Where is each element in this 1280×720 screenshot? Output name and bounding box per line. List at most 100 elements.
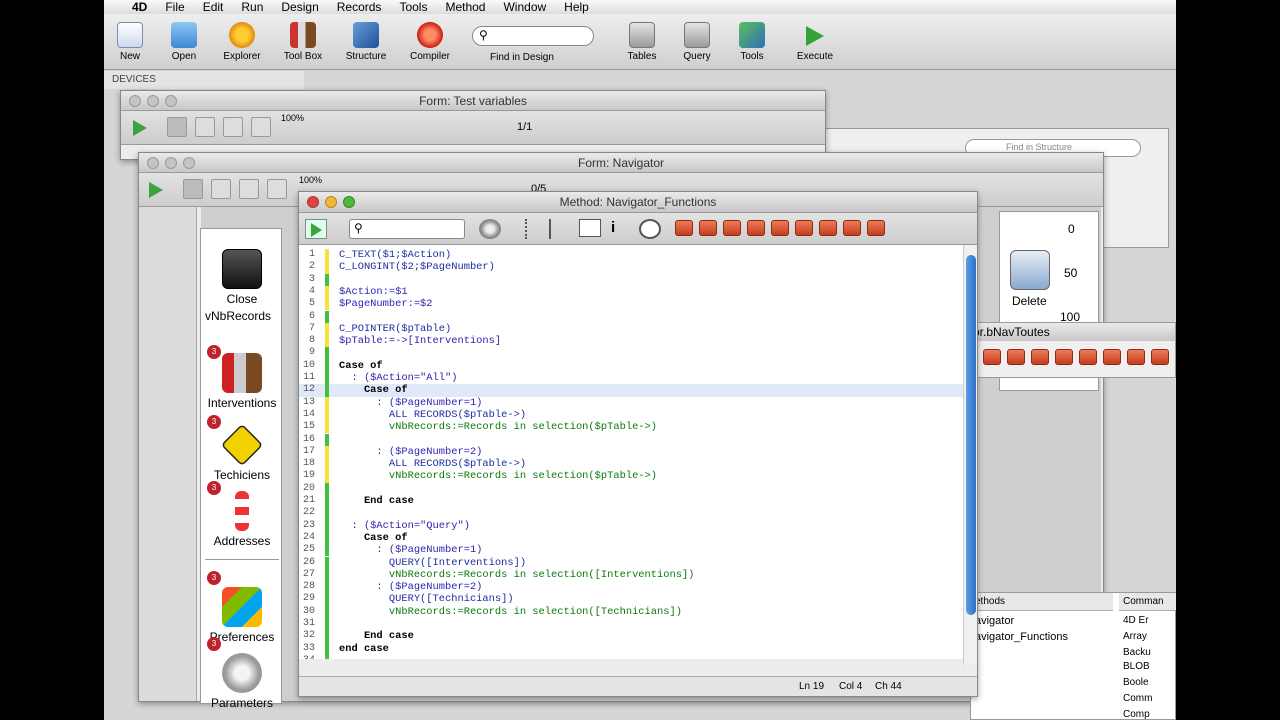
find-in-design-input[interactable]: ⚲ (472, 26, 594, 46)
commands-header[interactable]: Comman (1119, 593, 1176, 611)
code-line[interactable]: 26 QUERY([Interventions]) (299, 556, 963, 569)
code-line[interactable]: 34 (299, 654, 963, 659)
compiler-button[interactable]: Compiler (400, 18, 460, 62)
explorer-button[interactable]: Explorer (212, 18, 272, 62)
gear-icon[interactable] (479, 219, 501, 239)
run-form-icon[interactable] (149, 182, 163, 198)
code-area[interactable]: 1 C_TEXT($1;$Action) 2 C_LONGINT($2;$PageNu… (299, 245, 963, 659)
info-icon[interactable]: i (611, 219, 619, 239)
code-line[interactable]: 28 : ($PageNumber=2) (299, 581, 963, 594)
menu-records[interactable]: Records (337, 0, 382, 14)
minimize-window-button[interactable] (165, 157, 177, 169)
scroll-thumb[interactable] (966, 255, 976, 615)
menu-app[interactable]: 4D (132, 0, 147, 14)
code-line[interactable]: 13 : ($PageNumber=1) (299, 396, 963, 409)
code-line[interactable]: 11 : ($Action="All") (299, 372, 963, 385)
tools-button[interactable]: Tools (722, 18, 782, 62)
method-item[interactable]: avigator_Functions (975, 631, 1068, 643)
indent-icon[interactable] (525, 219, 537, 239)
code-line[interactable]: 16 (299, 433, 963, 446)
menu-help[interactable]: Help (564, 0, 589, 14)
code-line[interactable]: 5 $PageNumber:=$2 (299, 298, 963, 311)
code-line[interactable]: 30 vNbRecords:=Records in selection([Tec… (299, 605, 963, 618)
code-line[interactable]: 14 ALL RECORDS($pTable->) (299, 408, 963, 422)
code-line[interactable]: 1 C_TEXT($1;$Action) (299, 249, 963, 262)
close-window-button[interactable] (307, 196, 319, 208)
delete-button[interactable] (1010, 250, 1050, 290)
minimize-window-button[interactable] (147, 95, 159, 107)
code-line[interactable]: 17 : ($PageNumber=2) (299, 445, 963, 459)
zoom-window-button[interactable] (165, 95, 177, 107)
method-search-input[interactable]: ⚲ (349, 219, 465, 239)
zoom-tool[interactable] (251, 117, 271, 137)
zoom-window-button[interactable] (183, 157, 195, 169)
code-line[interactable]: 32 End case (299, 630, 963, 643)
code-line[interactable]: 31 (299, 618, 963, 631)
code-line[interactable]: 22 (299, 507, 963, 520)
minimize-window-button[interactable] (325, 196, 337, 208)
interventions-button[interactable]: Interventions (201, 353, 283, 410)
techiciens-button[interactable]: Techiciens (201, 423, 283, 482)
macro-buttons[interactable] (675, 220, 891, 236)
code-line[interactable]: 15 vNbRecords:=Records in selection($pTa… (299, 421, 963, 434)
vnbrecords-field[interactable]: vNbRecords (205, 309, 281, 325)
close-form-button[interactable]: Close (201, 249, 283, 306)
zoom-tool[interactable] (267, 179, 287, 199)
execute-button[interactable]: Execute (785, 18, 845, 62)
command-item[interactable]: Comp (1123, 709, 1150, 720)
code-line[interactable]: 9 (299, 347, 963, 360)
pointer-tool[interactable] (183, 179, 203, 199)
toolbox-button[interactable]: Tool Box (273, 18, 333, 62)
code-line[interactable]: 27 vNbRecords:=Records in selection([Int… (299, 568, 963, 582)
command-item[interactable]: 4D Er (1123, 615, 1149, 626)
command-item[interactable]: Array (1123, 631, 1147, 642)
code-line[interactable]: 19 vNbRecords:=Records in selection($pTa… (299, 470, 963, 483)
order-tool[interactable] (211, 179, 231, 199)
code-line[interactable]: 20 (299, 482, 963, 495)
menu-run[interactable]: Run (241, 0, 263, 14)
code-line[interactable]: 21 End case (299, 495, 963, 508)
open-button[interactable]: Open (154, 18, 214, 62)
code-line[interactable]: 24 Case of (299, 531, 963, 545)
preferences-button[interactable]: Preferences (201, 587, 283, 644)
menu-tools[interactable]: Tools (399, 0, 427, 14)
menu-file[interactable]: File (165, 0, 184, 14)
menu-design[interactable]: Design (281, 0, 318, 14)
code-line[interactable]: 8 $pTable:=->[Interventions] (299, 335, 963, 348)
object-palette[interactable] (139, 207, 197, 701)
code-line[interactable]: 6 (299, 310, 963, 323)
zoom-window-button[interactable] (343, 196, 355, 208)
tables-button[interactable]: Tables (612, 18, 672, 62)
run-form-icon[interactable] (133, 120, 147, 136)
code-line[interactable]: 23 : ($Action="Query") (299, 519, 963, 532)
code-line[interactable]: 2 C_LONGINT($2;$PageNumber) (299, 261, 963, 274)
query-button[interactable]: Query (667, 18, 727, 62)
close-window-button[interactable] (129, 95, 141, 107)
hand-tool[interactable] (223, 117, 243, 137)
order-tool[interactable] (195, 117, 215, 137)
new-button[interactable]: New (104, 18, 160, 62)
pointer-tool[interactable] (167, 117, 187, 137)
command-item[interactable]: Backu (1123, 647, 1151, 658)
code-line[interactable]: 25 : ($PageNumber=1) (299, 544, 963, 557)
method-item[interactable]: avigator (975, 615, 1014, 627)
methods-header[interactable]: ethods (971, 593, 1113, 611)
hand-tool[interactable] (239, 179, 259, 199)
command-item[interactable]: BLOB (1123, 661, 1150, 672)
structure-button[interactable]: Structure (336, 18, 396, 62)
list-icon[interactable] (579, 219, 601, 237)
code-line[interactable]: 33 end case (299, 642, 963, 655)
code-line[interactable]: 29 QUERY([Technicians]) (299, 593, 963, 606)
parameters-button[interactable]: Parameters (201, 653, 283, 710)
menu-edit[interactable]: Edit (203, 0, 224, 14)
menu-method[interactable]: Method (445, 0, 485, 14)
clock-icon[interactable] (639, 219, 661, 239)
code-line[interactable]: 4 $Action:=$1 (299, 285, 963, 299)
code-line[interactable]: 7 C_POINTER($pTable) (299, 322, 963, 336)
code-line[interactable]: 3 (299, 273, 963, 286)
code-line[interactable]: 12 Case of (299, 384, 963, 397)
command-item[interactable]: Boole (1123, 677, 1149, 688)
addresses-button[interactable]: Addresses (201, 491, 283, 548)
menu-window[interactable]: Window (503, 0, 546, 14)
code-line[interactable]: 10 Case of (299, 359, 963, 372)
